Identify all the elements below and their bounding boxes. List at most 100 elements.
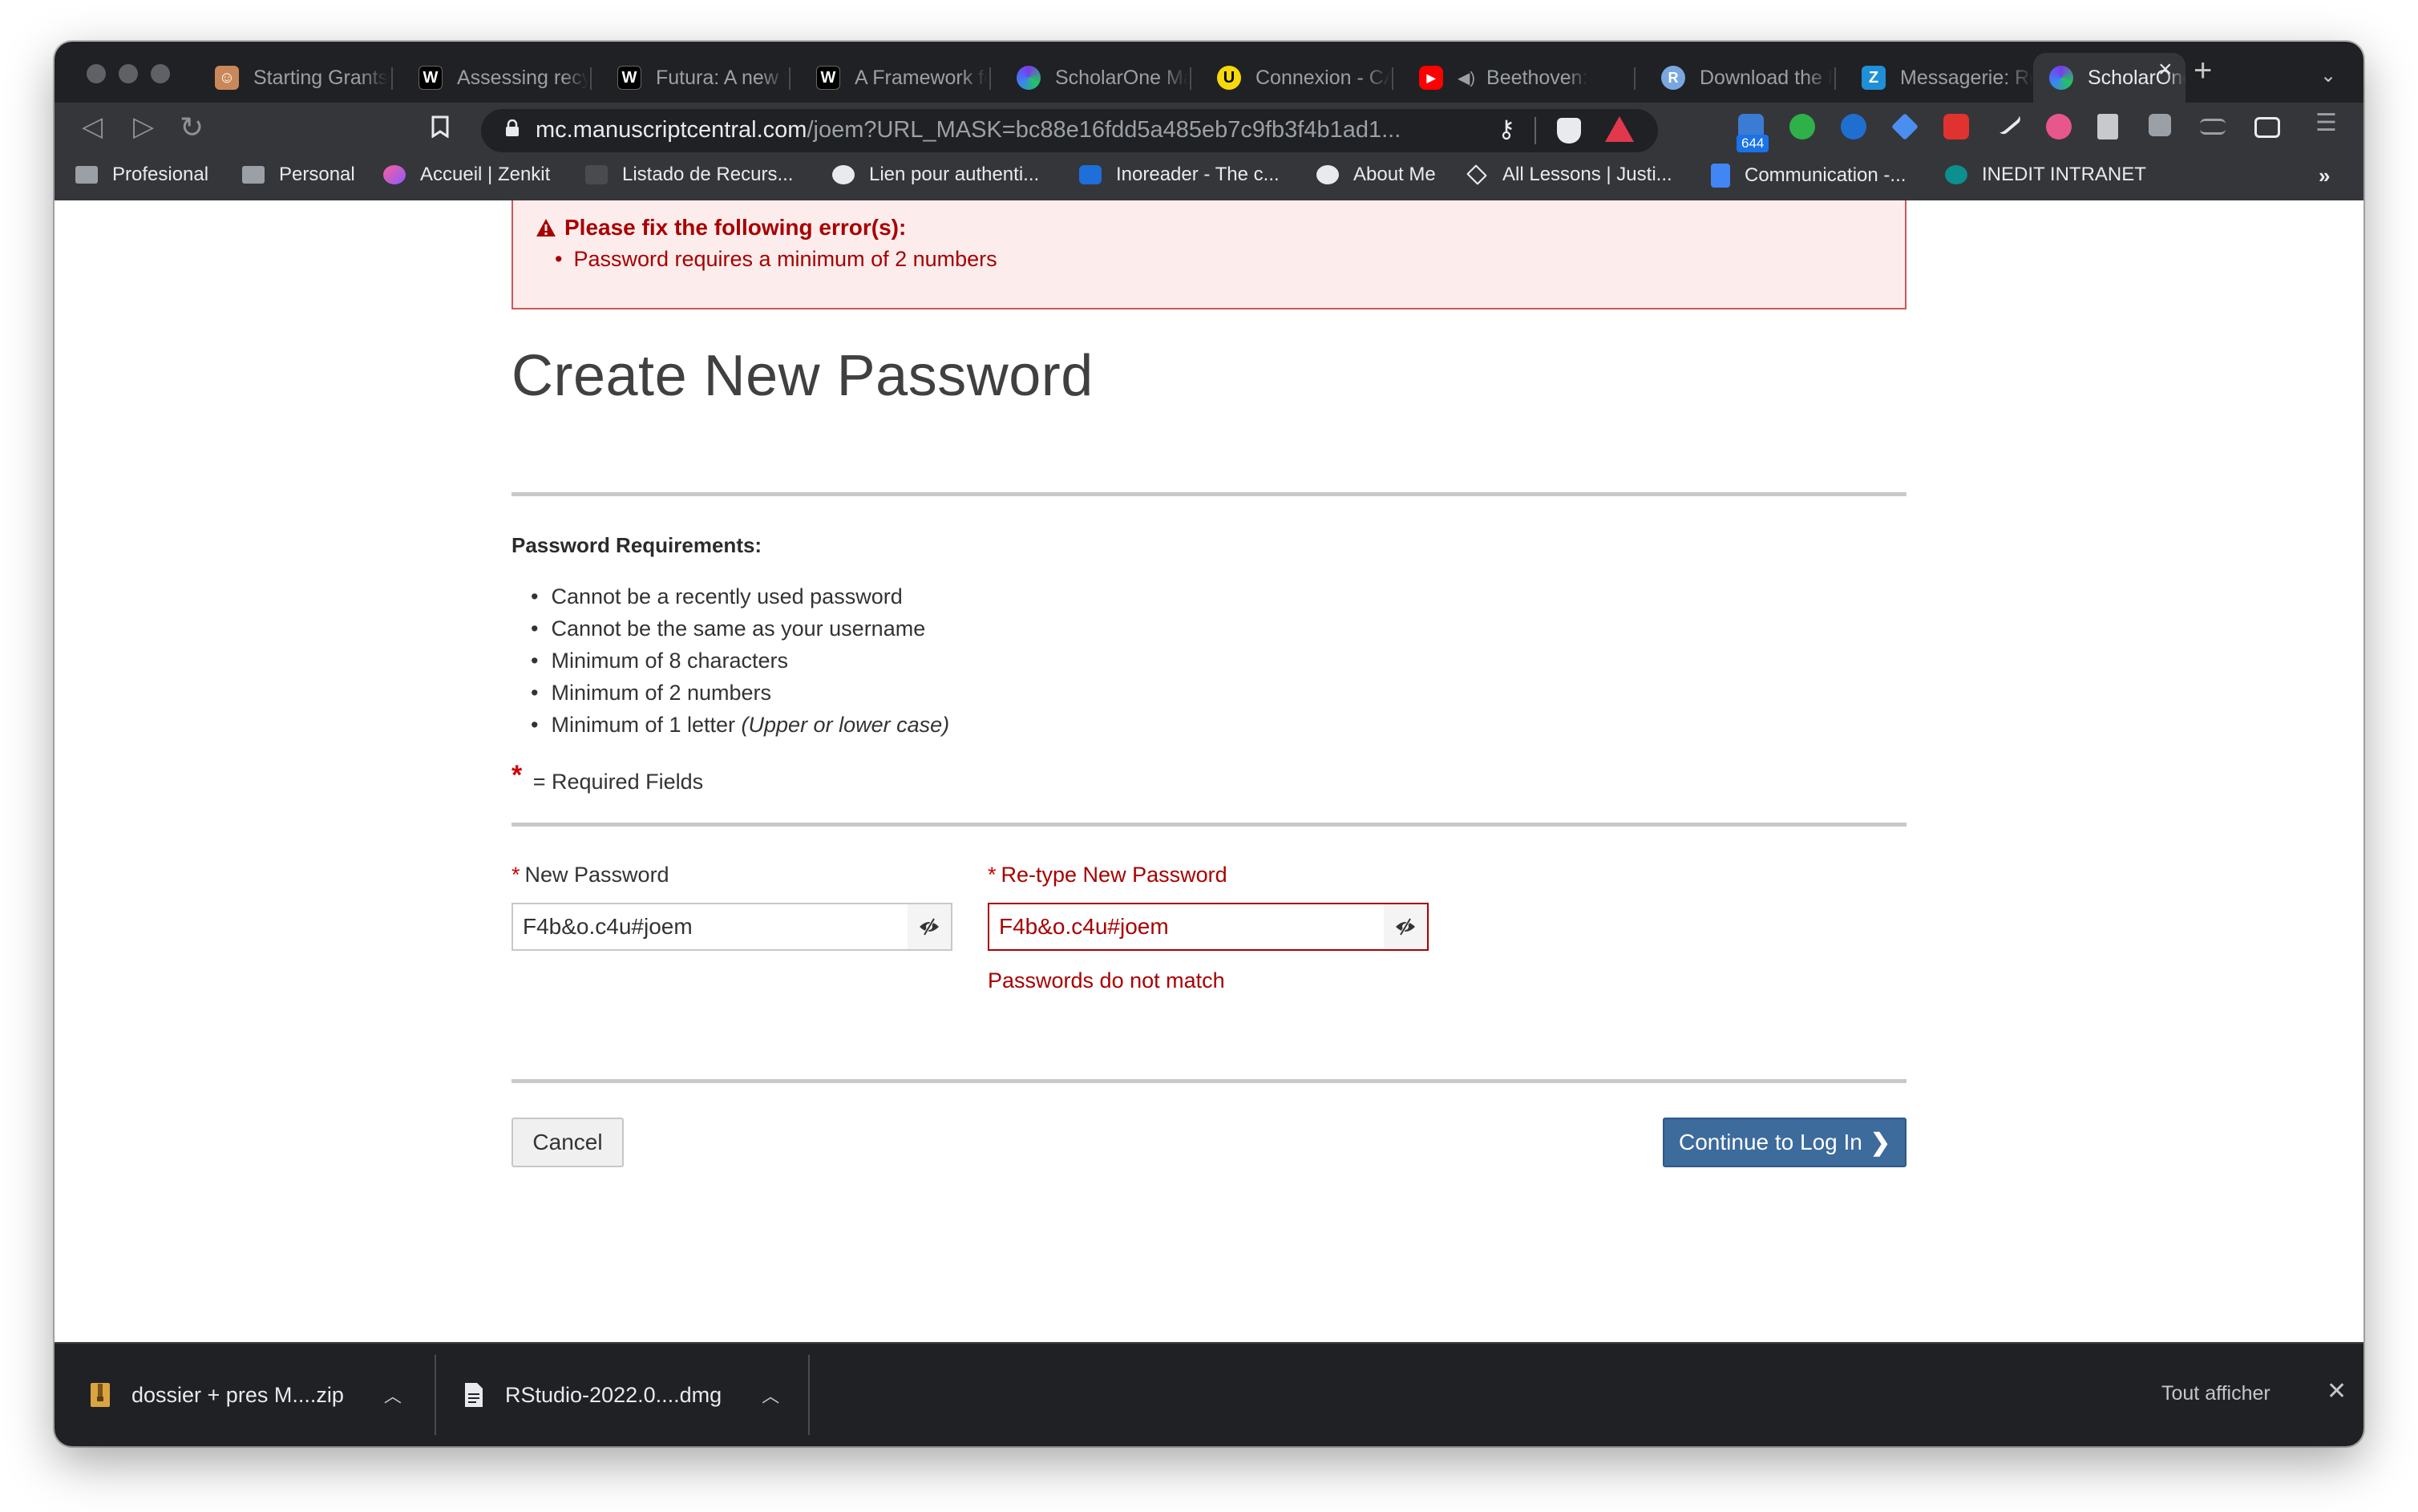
download-item-dmg[interactable]: RStudio-2022.0....dmg ︿ [463, 1344, 779, 1446]
inoreader-icon [1079, 165, 1102, 184]
list-item: Minimum of 2 numbers [531, 677, 949, 709]
reload-button[interactable]: ↻ [180, 111, 204, 144]
evernote-icon[interactable] [1789, 114, 1815, 139]
error-banner: Please fix the following error(s): Passw… [512, 200, 1906, 309]
tab-beethoven[interactable]: ▶ ◀) Beethoven: [1390, 53, 1632, 103]
zip-file-icon [91, 1383, 110, 1407]
tab-starting-grants[interactable]: ☺ Starting Grants [186, 53, 388, 103]
bookmark-all-lessons[interactable]: All Lessons | Justi... [1466, 164, 1672, 186]
bookmark-personal[interactable]: Personal [242, 164, 355, 186]
lock-icon [506, 119, 519, 136]
eye-slash-icon [920, 918, 939, 936]
scholarone-icon [2049, 66, 2073, 90]
error-item: Password requires a minimum of 2 numbers [555, 247, 997, 272]
browser-window: ☺ Starting Grants W Assessing recycling … [55, 42, 2363, 1446]
reading-list-icon[interactable] [2200, 119, 2226, 135]
document-extension-icon[interactable] [2097, 114, 2118, 139]
youtube-icon: ▶ [1419, 66, 1443, 90]
mendeley-icon[interactable] [1943, 114, 1969, 139]
scholarone-icon [1017, 66, 1041, 90]
retype-password-label: * Re-type New Password [988, 863, 1227, 887]
browser-toolbar: ◁ ▷ ↻ mc.manuscriptcentral.com/joem?URL_… [55, 103, 2363, 154]
url-text: mc.manuscriptcentral.com/joem?URL_MASK=b… [536, 117, 1401, 143]
chevron-up-icon[interactable]: ︿ [762, 1382, 779, 1408]
bookmark-inedit-intranet[interactable]: INEDIT INTRANET [1945, 164, 2146, 186]
pen-extension-icon[interactable] [1992, 107, 2023, 136]
page-content: Please fix the following error(s): Passw… [55, 200, 2363, 1384]
zoom-window-button[interactable] [151, 64, 170, 83]
bookmark-lien-pour-authentifier[interactable]: Lien pour authenti... [832, 164, 1039, 186]
tab-a-framework[interactable]: W A Framework fo [787, 53, 988, 103]
more-bookmarks-button[interactable]: » [2319, 164, 2330, 188]
folder-icon [242, 166, 265, 184]
clock-extension-icon[interactable] [1841, 114, 1866, 139]
menu-icon[interactable]: ☰ [2315, 109, 2337, 137]
speaker-icon: ◀) [1458, 69, 1476, 87]
new-password-label: * New Password [512, 863, 669, 887]
tab-messagerie[interactable]: Z Messagerie: Re [1833, 53, 2033, 103]
lastpass-icon[interactable] [2046, 114, 2072, 139]
bookmarks-bar: Profesional Personal Accueil | Zenkit Li… [55, 154, 2363, 200]
download-item-zip[interactable]: dossier + pres M....zip ︿ [90, 1344, 402, 1446]
show-all-downloads-button[interactable]: Tout afficher [2161, 1382, 2270, 1405]
required-asterisk: * [512, 760, 523, 790]
tab-download-r[interactable]: R Download the R [1632, 53, 1833, 103]
new-tab-button[interactable]: + [2194, 53, 2212, 89]
bookmark-page-icon[interactable] [431, 114, 449, 145]
bookmark-about-me[interactable]: About Me [1316, 164, 1436, 186]
download-shelf: dossier + pres M....zip ︿ RStudio-2022.0… [55, 1342, 2363, 1446]
w-icon: W [418, 66, 443, 90]
toggle-password-visibility-button[interactable] [908, 903, 952, 951]
address-bar[interactable]: mc.manuscriptcentral.com/joem?URL_MASK=b… [481, 109, 1658, 152]
chevron-right-icon: ❯ [1870, 1129, 1890, 1156]
tab-scholarone-1[interactable]: ScholarOne Ma [988, 53, 1188, 103]
minimize-window-button[interactable] [119, 64, 138, 83]
password-mismatch-error: Passwords do not match [988, 968, 1225, 993]
tab-strip: ☺ Starting Grants W Assessing recycling … [55, 42, 2363, 103]
wallet-icon[interactable] [2254, 117, 2280, 138]
page-title: Create New Password [512, 344, 1094, 408]
w-icon: W [617, 66, 641, 90]
bookmark-zenkit[interactable]: Accueil | Zenkit [383, 164, 550, 186]
list-item: Minimum of 1 letter (Upper or lower case… [531, 709, 949, 741]
erc-icon: ☺ [215, 66, 239, 90]
cancel-button[interactable]: Cancel [512, 1118, 624, 1167]
globe-icon [832, 165, 855, 184]
retype-password-input[interactable] [988, 903, 1385, 951]
brave-rewards-icon[interactable] [1605, 116, 1634, 142]
extensions-puzzle-icon[interactable] [2149, 114, 2171, 136]
bookmark-icon [585, 165, 608, 184]
globe-icon [1316, 165, 1339, 184]
continue-to-log-in-button[interactable]: Continue to Log In ❯ [1663, 1118, 1906, 1167]
bookmark-profesional[interactable]: Profesional [75, 164, 208, 186]
chevron-up-icon[interactable]: ︿ [384, 1382, 402, 1408]
tab-assessing-recycling[interactable]: W Assessing recycling [390, 53, 588, 103]
r-icon: R [1661, 66, 1685, 90]
w-icon: W [816, 66, 840, 90]
list-item: Cannot be a recently used password [531, 580, 949, 612]
pin-extension-icon[interactable] [1891, 113, 1919, 140]
file-icon [465, 1383, 483, 1407]
tab-futura[interactable]: W Futura: A new t [588, 53, 787, 103]
key-icon[interactable]: ⚷ [1498, 115, 1515, 144]
folder-icon [75, 166, 98, 184]
back-button[interactable]: ◁ [82, 111, 103, 143]
forward-button[interactable]: ▷ [133, 111, 154, 143]
list-item: Minimum of 8 characters [531, 645, 949, 677]
new-password-input[interactable] [512, 903, 909, 951]
close-tab-icon[interactable]: × [2158, 56, 2173, 83]
eye-slash-icon [1396, 918, 1415, 936]
tab-search-chevron-icon[interactable]: ⌄ [2320, 64, 2336, 87]
error-title: Please fix the following error(s): [564, 215, 907, 240]
tab-connexion[interactable]: U Connexion - CA [1188, 53, 1390, 103]
bookmark-communication[interactable]: Communication -... [1711, 164, 1906, 188]
extension-badge: 644 [1737, 135, 1769, 152]
bookmark-inoreader[interactable]: Inoreader - The c... [1079, 164, 1280, 186]
close-shelf-icon[interactable]: ✕ [2327, 1377, 2347, 1405]
toggle-retype-visibility-button[interactable] [1384, 903, 1429, 951]
close-window-button[interactable] [87, 64, 106, 83]
brave-shield-icon[interactable] [1557, 118, 1581, 144]
sharepoint-icon [1945, 165, 1967, 184]
bookmark-listado[interactable]: Listado de Recurs... [585, 164, 793, 186]
requirements-heading: Password Requirements: [512, 533, 762, 557]
